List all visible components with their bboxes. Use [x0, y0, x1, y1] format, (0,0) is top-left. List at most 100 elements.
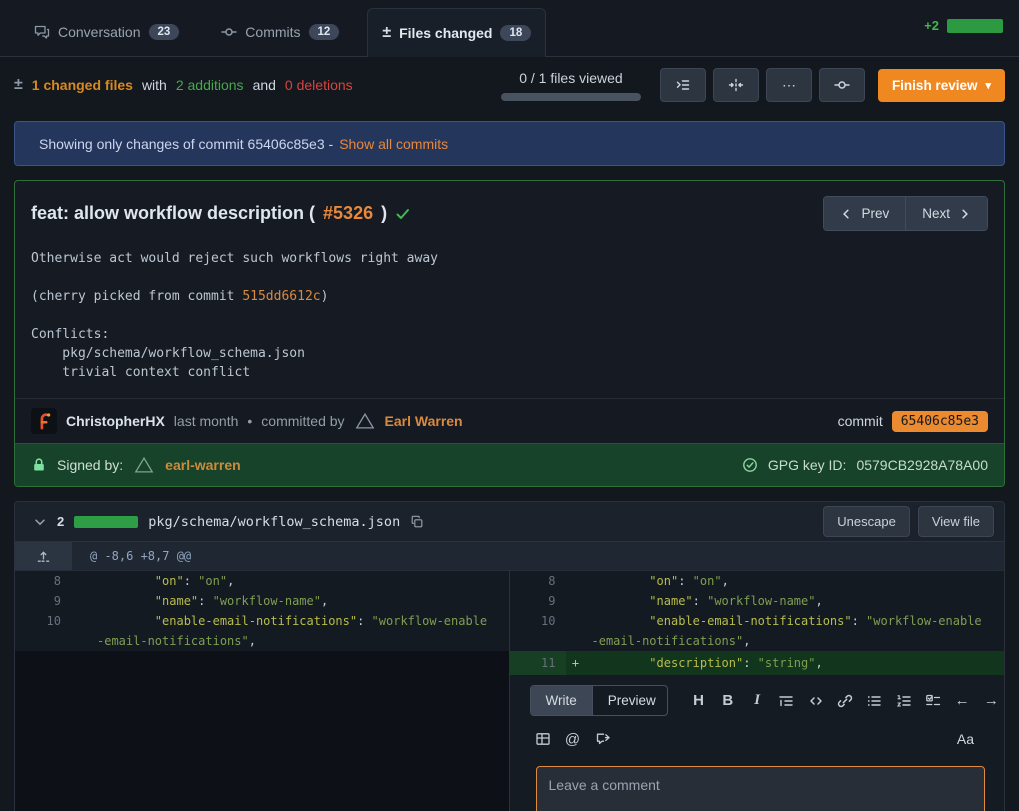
committer-name[interactable]: Earl Warren [385, 413, 463, 429]
unescape-button[interactable]: Unescape [823, 506, 910, 537]
diff-hunk-row: @ -8,6 +8,7 @@ [15, 542, 1004, 571]
bullet-list-icon[interactable] [862, 688, 887, 714]
split-view-icon [728, 77, 744, 93]
commit-message-conflicts: Conflicts: pkg/schema/workflow_schema.js… [31, 327, 305, 380]
diff-line-number[interactable]: 11 [510, 651, 566, 675]
commit-sha-badge[interactable]: 65406c85e3 [892, 411, 988, 432]
lock-icon [31, 457, 47, 473]
diff-line-sign [71, 611, 91, 651]
file-diff-box: 2 pkg/schema/workflow_schema.json Unesca… [14, 501, 1005, 811]
chevron-right-icon [959, 208, 971, 220]
redo-icon[interactable]: → [979, 688, 1004, 714]
diff-line-sign [566, 571, 586, 591]
summary-text: with [142, 77, 167, 93]
commit-label: commit [838, 413, 883, 429]
diff-line-number [15, 651, 71, 675]
diff-line-number[interactable]: 10 [15, 611, 71, 651]
gpg-key-id: 0579CB2928A78A00 [856, 457, 988, 473]
expand-up-button[interactable] [15, 542, 72, 570]
diff-line-number[interactable]: 9 [15, 591, 71, 611]
numbered-list-icon[interactable] [891, 688, 916, 714]
diff-line: 9 "name": "workflow-name", [510, 591, 1005, 611]
copy-path-icon[interactable] [410, 515, 424, 529]
font-size-button[interactable]: Aa [957, 731, 974, 747]
diff-line-number[interactable]: 8 [510, 571, 566, 591]
tab-commits[interactable]: Commits 12 [207, 8, 353, 56]
diff-line-code: "enable-email-notifications": "workflow-… [91, 611, 493, 651]
prev-commit-button[interactable]: Prev [824, 197, 905, 230]
table-icon[interactable] [530, 726, 556, 752]
diff-icon: ± [14, 76, 23, 94]
editor-toolbar: Write Preview H B I [530, 685, 1005, 716]
additions-count: +2 [924, 18, 939, 33]
diff-empty-area [15, 675, 510, 811]
tab-files-changed[interactable]: ± Files changed 18 [367, 8, 546, 57]
view-file-button[interactable]: View file [918, 506, 994, 537]
diff-line-sign: + [566, 653, 586, 675]
diff-line-sign [71, 571, 91, 591]
diff-pane-new: 8 "on": "on",9 "name": "workflow-name",1… [510, 571, 1005, 675]
diff-line-empty [15, 651, 509, 675]
author-name[interactable]: ChristopherHX [66, 413, 165, 429]
cherry-pick-hash-link[interactable]: 515dd6612c [242, 289, 320, 304]
split-view-toggle-button[interactable] [713, 68, 759, 102]
diff-line: 10 "enable-email-notifications": "workfl… [15, 611, 509, 651]
reference-icon[interactable] [590, 726, 616, 752]
heading-icon[interactable]: H [686, 688, 711, 714]
commit-box: feat: allow workflow description (#5326)… [14, 180, 1005, 487]
tab-label: Commits [245, 24, 300, 40]
diff-line: 8 "on": "on", [510, 571, 1005, 591]
next-label: Next [922, 206, 950, 221]
finish-review-button[interactable]: Finish review ▾ [878, 69, 1005, 102]
commit-icon [221, 24, 237, 40]
code-icon[interactable] [803, 688, 828, 714]
files-viewed-progressbar [501, 93, 641, 101]
mention-icon[interactable]: @ [560, 726, 586, 752]
deletions-text: 0 deletions [285, 77, 353, 93]
committer-avatar[interactable] [354, 410, 376, 432]
tab-conversation[interactable]: Conversation 23 [20, 8, 193, 56]
italic-icon[interactable]: I [744, 688, 769, 714]
undo-icon[interactable]: ← [949, 688, 974, 714]
author-avatar[interactable] [31, 408, 57, 434]
file-tree-toggle-button[interactable] [660, 68, 706, 102]
issue-link[interactable]: #5326 [323, 203, 373, 224]
commit-icon [834, 77, 850, 93]
diff-line-sign [566, 591, 586, 611]
collapse-file-icon[interactable] [33, 515, 47, 529]
show-all-commits-link[interactable]: Show all commits [339, 136, 448, 152]
diff-split-view: 8 "on": "on",9 "name": "workflow-name",1… [15, 571, 1004, 675]
commits-count-badge: 12 [309, 24, 340, 40]
diff-line-code: "description": "string", [586, 653, 988, 675]
diff-line-number[interactable]: 10 [510, 611, 566, 651]
write-tab[interactable]: Write [531, 686, 592, 715]
diff-pane-old: 8 "on": "on",9 "name": "workflow-name",1… [15, 571, 510, 675]
comment-textarea[interactable] [536, 766, 985, 811]
diff-line-code: "enable-email-notifications": "workflow-… [586, 611, 988, 651]
diff-stat-bar [947, 19, 1003, 33]
commit-message-line: (cherry picked from commit [31, 289, 242, 304]
next-commit-button[interactable]: Next [905, 197, 987, 230]
diff-line-number[interactable]: 8 [15, 571, 71, 591]
diff-options-button[interactable]: ⋯ [766, 68, 812, 102]
gpg-key-label: GPG key ID: [768, 457, 847, 473]
diff-line-sign [566, 611, 586, 651]
task-list-icon[interactable] [920, 688, 945, 714]
diff-line-number[interactable]: 9 [510, 591, 566, 611]
diff-line-added: 11+ "description": "string", [510, 651, 1005, 675]
bold-icon[interactable]: B [715, 688, 740, 714]
inline-comment-editor: Write Preview H B I [510, 675, 1005, 811]
commit-select-button[interactable] [819, 68, 865, 102]
diff-line: 9 "name": "workflow-name", [15, 591, 509, 611]
changed-files-summary-row: ± 1 changed files with 2 additions and 0… [0, 57, 1019, 113]
signer-avatar[interactable] [133, 454, 155, 476]
changed-files-count: 1 changed files [32, 77, 133, 93]
summary-text: and [253, 77, 276, 93]
quote-icon[interactable] [774, 688, 799, 714]
pr-diff-stat: +2 [924, 18, 1003, 33]
commit-title-text: ) [381, 203, 387, 224]
signer-name[interactable]: earl-warren [165, 457, 240, 473]
preview-tab[interactable]: Preview [592, 686, 668, 715]
prev-label: Prev [861, 206, 889, 221]
link-icon[interactable] [832, 688, 857, 714]
